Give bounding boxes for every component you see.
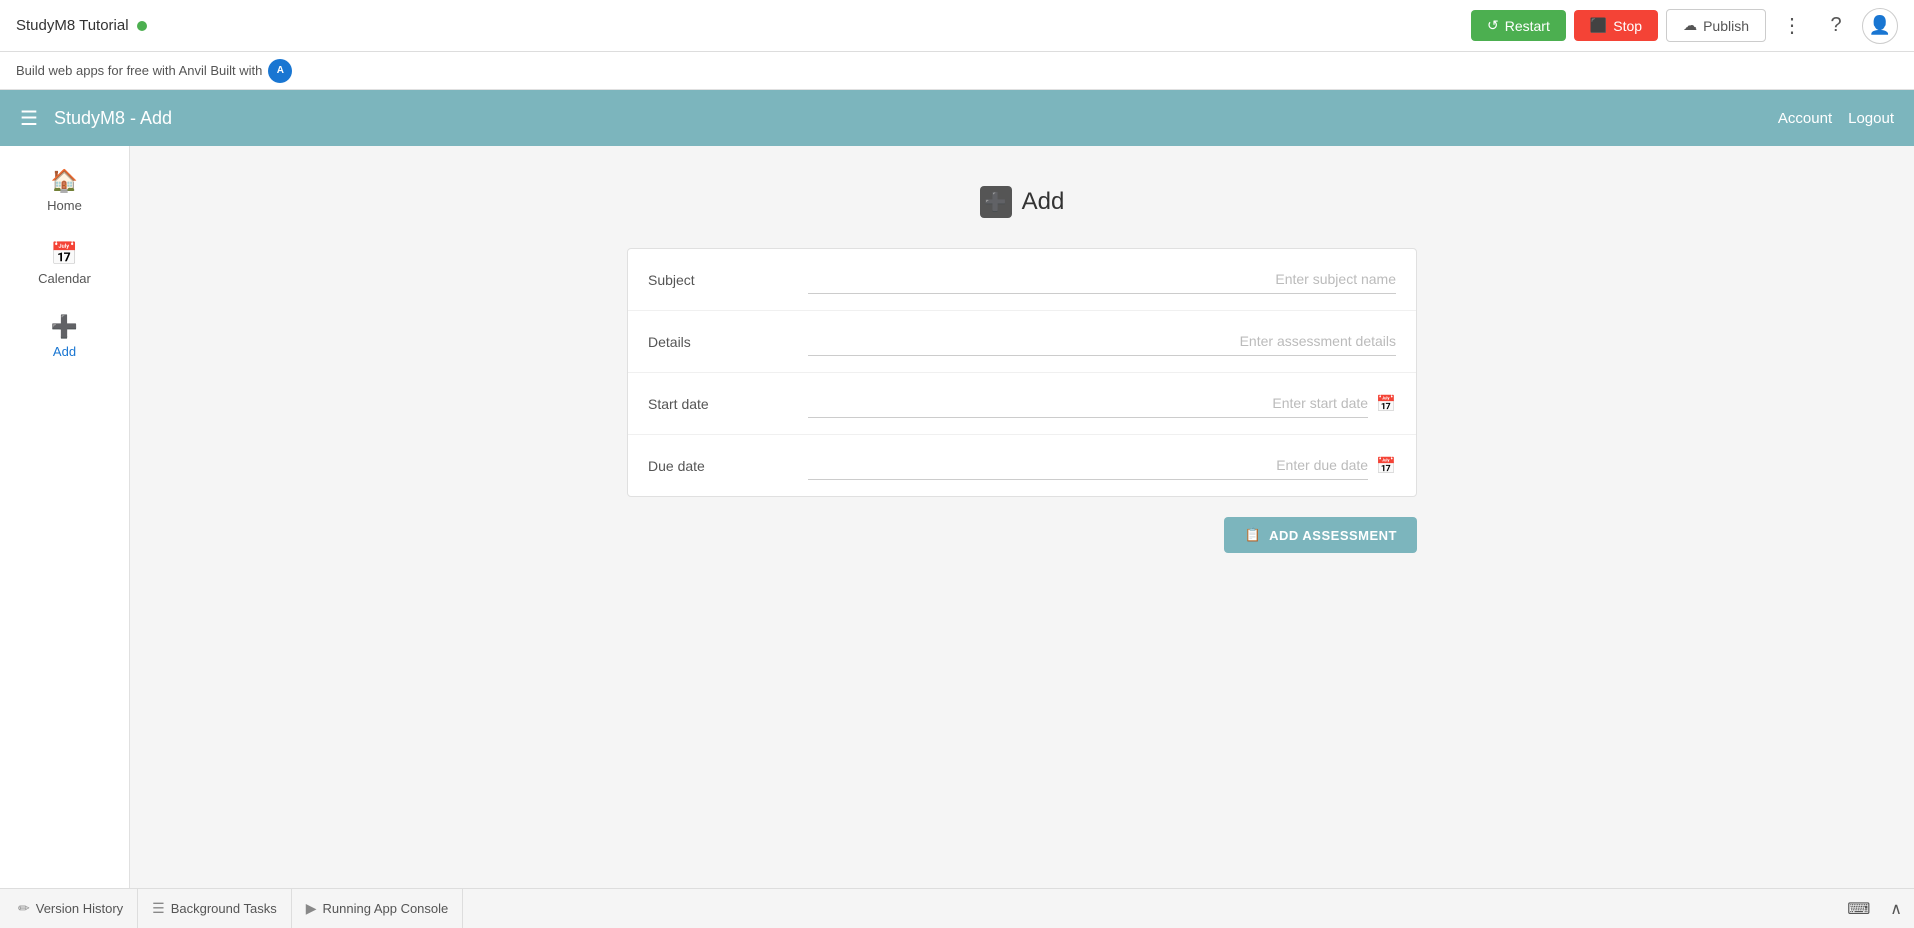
bottom-bar-right: ⌨ ∧ — [1839, 895, 1910, 923]
user-account-button[interactable]: 👤 — [1862, 8, 1898, 44]
due-date-label: Due date — [648, 458, 808, 474]
form-row-details: Details — [628, 311, 1416, 373]
publish-button[interactable]: ☁ Publish — [1666, 9, 1766, 42]
nav-app-title: StudyM8 - Add — [54, 108, 172, 129]
stop-icon: ⬛ — [1590, 17, 1607, 34]
app-nav: ☰ StudyM8 - Add Account Logout — [0, 90, 1914, 146]
help-button[interactable]: ? — [1818, 8, 1854, 44]
running-app-console-icon: ▶ — [306, 900, 317, 917]
calendar-icon: 📅 — [51, 241, 78, 267]
hamburger-menu[interactable]: ☰ — [20, 106, 38, 131]
content-area: ➕ Add Subject Details Start date — [130, 146, 1914, 888]
add-assessment-button[interactable]: 📋 ADD ASSESSMENT — [1224, 517, 1417, 553]
anvil-banner: Build web apps for free with Anvil Built… — [0, 52, 1914, 90]
page-title: ➕ Add — [980, 186, 1065, 218]
details-input[interactable] — [808, 327, 1396, 356]
due-date-calendar-icon: 📅 — [1376, 456, 1396, 476]
form-row-start-date: Start date 📅 — [628, 373, 1416, 435]
start-date-input[interactable] — [808, 389, 1368, 418]
collapse-button[interactable]: ∧ — [1882, 895, 1910, 923]
form-card: Subject Details Start date 📅 — [627, 248, 1417, 497]
top-bar-right: ↺ Restart ⬛ Stop ☁ Publish ⋮ ? 👤 — [1471, 8, 1898, 44]
restart-icon: ↺ — [1487, 17, 1499, 34]
due-date-input[interactable] — [808, 451, 1368, 480]
bottom-bar: ✏ Version History ☰ Background Tasks ▶ R… — [0, 888, 1914, 928]
add-assessment-label: ADD ASSESSMENT — [1269, 528, 1397, 543]
version-history-tab[interactable]: ✏ Version History — [4, 889, 138, 928]
start-date-input-group: 📅 — [808, 389, 1396, 418]
top-bar-left: StudyM8 Tutorial — [16, 17, 147, 34]
sidebar-item-home[interactable]: 🏠 Home — [4, 156, 125, 225]
due-date-input-group: 📅 — [808, 451, 1396, 480]
start-date-label: Start date — [648, 396, 808, 412]
subject-label: Subject — [648, 272, 808, 288]
home-icon: 🏠 — [51, 168, 78, 194]
start-date-input-wrapper: 📅 — [808, 389, 1396, 418]
anvil-logo: A — [268, 59, 292, 83]
nav-logout-link[interactable]: Logout — [1848, 110, 1894, 127]
page-title-icon: ➕ — [980, 186, 1012, 218]
nav-account-link[interactable]: Account — [1778, 110, 1832, 127]
due-date-input-wrapper: 📅 — [808, 451, 1396, 480]
subject-input[interactable] — [808, 265, 1396, 294]
app-nav-left: ☰ StudyM8 - Add — [20, 106, 172, 131]
background-tasks-icon: ☰ — [152, 900, 165, 917]
app-nav-right: Account Logout — [1778, 110, 1894, 127]
cloud-upload-icon: ☁ — [1683, 17, 1697, 34]
sidebar-item-add[interactable]: ➕ Add — [4, 302, 125, 371]
more-options-button[interactable]: ⋮ — [1774, 9, 1810, 42]
form-row-subject: Subject — [628, 249, 1416, 311]
form-row-due-date: Due date 📅 — [628, 435, 1416, 496]
main-layout: 🏠 Home 📅 Calendar ➕ Add ➕ Add Subject — [0, 146, 1914, 888]
version-history-label: Version History — [36, 901, 123, 916]
running-app-console-tab[interactable]: ▶ Running App Console — [292, 889, 464, 928]
running-app-console-label: Running App Console — [323, 901, 449, 916]
sidebar-item-home-label: Home — [47, 198, 82, 213]
stop-button[interactable]: ⬛ Stop — [1574, 10, 1658, 41]
start-date-calendar-icon: 📅 — [1376, 394, 1396, 414]
page-title-text: Add — [1022, 188, 1065, 216]
add-assessment-icon: 📋 — [1244, 527, 1261, 543]
subject-input-wrapper — [808, 265, 1396, 294]
sidebar-item-add-label: Add — [53, 344, 76, 359]
restart-button[interactable]: ↺ Restart — [1471, 10, 1566, 41]
app-title: StudyM8 Tutorial — [16, 17, 129, 34]
sidebar-item-calendar-label: Calendar — [38, 271, 91, 286]
status-dot — [137, 21, 147, 31]
details-label: Details — [648, 334, 808, 350]
add-icon: ➕ — [51, 314, 78, 340]
version-history-icon: ✏ — [18, 900, 30, 917]
details-input-wrapper — [808, 327, 1396, 356]
terminal-button[interactable]: ⌨ — [1839, 895, 1878, 923]
sidebar: 🏠 Home 📅 Calendar ➕ Add — [0, 146, 130, 888]
background-tasks-label: Background Tasks — [171, 901, 277, 916]
anvil-banner-text: Build web apps for free with Anvil Built… — [16, 63, 262, 78]
sidebar-item-calendar[interactable]: 📅 Calendar — [4, 229, 125, 298]
background-tasks-tab[interactable]: ☰ Background Tasks — [138, 889, 292, 928]
top-bar: StudyM8 Tutorial ↺ Restart ⬛ Stop ☁ Publ… — [0, 0, 1914, 52]
